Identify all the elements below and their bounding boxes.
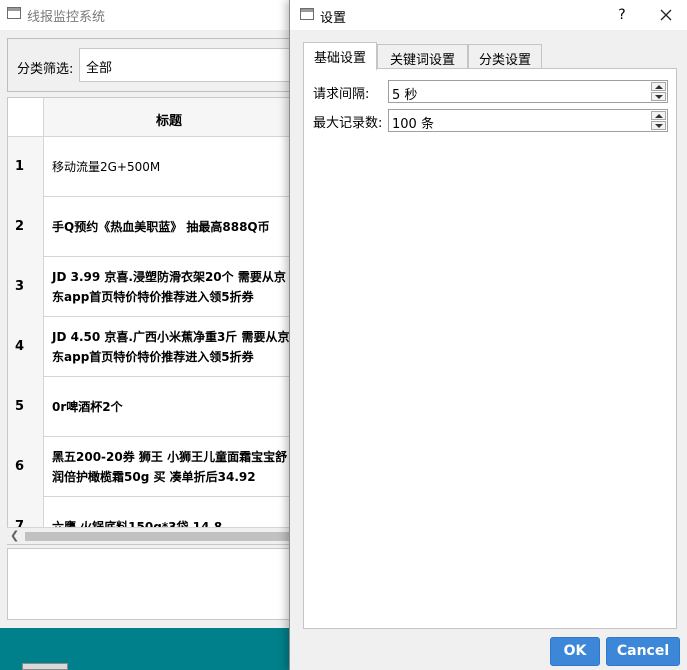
row-number[interactable]: 4 — [8, 317, 44, 377]
scroll-left-icon[interactable]: ❮ — [10, 529, 19, 542]
tab-basic-settings[interactable]: 基础设置 — [303, 42, 377, 70]
interval-value[interactable]: 5 秒 — [392, 84, 417, 103]
table-row[interactable]: 1 移动流量2G+500M — [8, 137, 306, 197]
row-number[interactable]: 3 — [8, 257, 44, 317]
row-title-cell[interactable]: 移动流量2G+500M — [52, 137, 292, 197]
settings-tab-bar: 基础设置 关键词设置 分类设置 — [303, 42, 683, 70]
close-button[interactable] — [652, 3, 680, 27]
ok-button[interactable]: OK — [550, 637, 600, 666]
cancel-button[interactable]: Cancel — [606, 637, 680, 666]
max-records-value[interactable]: 100 条 — [392, 113, 434, 132]
table-row[interactable]: 3 JD 3.99 京喜.浸塑防滑衣架20个 需要从京 东app首页特价特价推荐进… — [8, 257, 306, 317]
category-filter-group: 分类筛选: 全部 — [7, 38, 319, 92]
row-number[interactable]: 2 — [8, 197, 44, 257]
spin-down-icon[interactable] — [651, 121, 666, 130]
taskbar-item[interactable] — [22, 663, 68, 670]
row-title-cell[interactable]: JD 3.99 京喜.浸塑防滑衣架20个 需要从京 东app首页特价特价推荐进入… — [52, 257, 292, 317]
row-title-cell[interactable]: 黑五200-20券 狮王 小狮王儿童面霜宝宝舒 润倍护橄榄霜50g 买 凑单折后… — [52, 437, 292, 497]
log-area[interactable] — [7, 548, 307, 620]
app-window-icon — [300, 8, 314, 20]
scrollbar-thumb[interactable] — [25, 532, 295, 541]
basic-settings-panel: 请求间隔: 5 秒 最大记录数: 100 条 — [303, 68, 677, 629]
row-number[interactable]: 6 — [8, 437, 44, 497]
table-row[interactable]: 4 JD 4.50 京喜.广西小米蕉净重3斤 需要从京 东app首页特价特价推荐进… — [8, 317, 306, 377]
table-header: 标题 — [44, 98, 306, 137]
interval-spin-buttons — [651, 82, 666, 101]
table-row[interactable]: 2 手Q预约《热血美职蓝》 抽最高888Q币 — [8, 197, 306, 257]
main-window-title: 线报监控系统 — [27, 10, 106, 25]
table-row[interactable]: 6 黑五200-20券 狮王 小狮王儿童面霜宝宝舒 润倍护橄榄霜50g 买 凑单折… — [8, 437, 306, 497]
category-filter-select[interactable]: 全部 — [79, 48, 319, 82]
spin-up-icon[interactable] — [651, 111, 666, 120]
settings-dialog: 设置 ? 基础设置 关键词设置 分类设置 请求间隔: 5 秒 最大记录数: 10… — [289, 0, 687, 670]
table-corner[interactable] — [8, 98, 44, 137]
help-icon[interactable]: ? — [608, 3, 636, 27]
tab-keyword-settings[interactable]: 关键词设置 — [377, 44, 468, 69]
horizontal-scrollbar[interactable]: ❮ — [7, 527, 307, 544]
spin-up-icon[interactable] — [651, 82, 666, 91]
category-filter-label: 分类筛选: — [17, 62, 74, 77]
row-title-cell[interactable]: 0r啤酒杯2个 — [52, 377, 292, 437]
row-number[interactable]: 5 — [8, 377, 44, 437]
spin-down-icon[interactable] — [651, 92, 666, 101]
interval-label: 请求间隔: — [313, 87, 370, 102]
column-header-title[interactable]: 标题 — [44, 110, 294, 129]
interval-spinbox[interactable]: 5 秒 — [388, 80, 668, 103]
dialog-title: 设置 — [320, 11, 347, 26]
table-row[interactable]: 5 0r啤酒杯2个 — [8, 377, 306, 437]
table-body: 1 移动流量2G+500M 2 手Q预约《热血美职蓝》 抽最高888Q币 3 JD 3.9… — [8, 137, 306, 544]
row-title-cell[interactable]: JD 4.50 京喜.广西小米蕉净重3斤 需要从京 东app首页特价特价推荐进入… — [52, 317, 292, 377]
app-window-icon — [7, 7, 21, 19]
max-records-spin-buttons — [651, 111, 666, 130]
row-title-cell[interactable]: 手Q预约《热血美职蓝》 抽最高888Q币 — [52, 197, 292, 257]
max-records-label: 最大记录数: — [313, 116, 383, 131]
row-number[interactable]: 1 — [8, 137, 44, 197]
max-records-spinbox[interactable]: 100 条 — [388, 109, 668, 132]
dialog-titlebar: 设置 ? — [290, 0, 687, 30]
tab-category-settings[interactable]: 分类设置 — [468, 44, 542, 69]
items-table: 标题 1 移动流量2G+500M 2 手Q预约《热血美职蓝》 抽最高888Q币 3 JD … — [7, 97, 307, 545]
close-icon — [660, 9, 672, 21]
